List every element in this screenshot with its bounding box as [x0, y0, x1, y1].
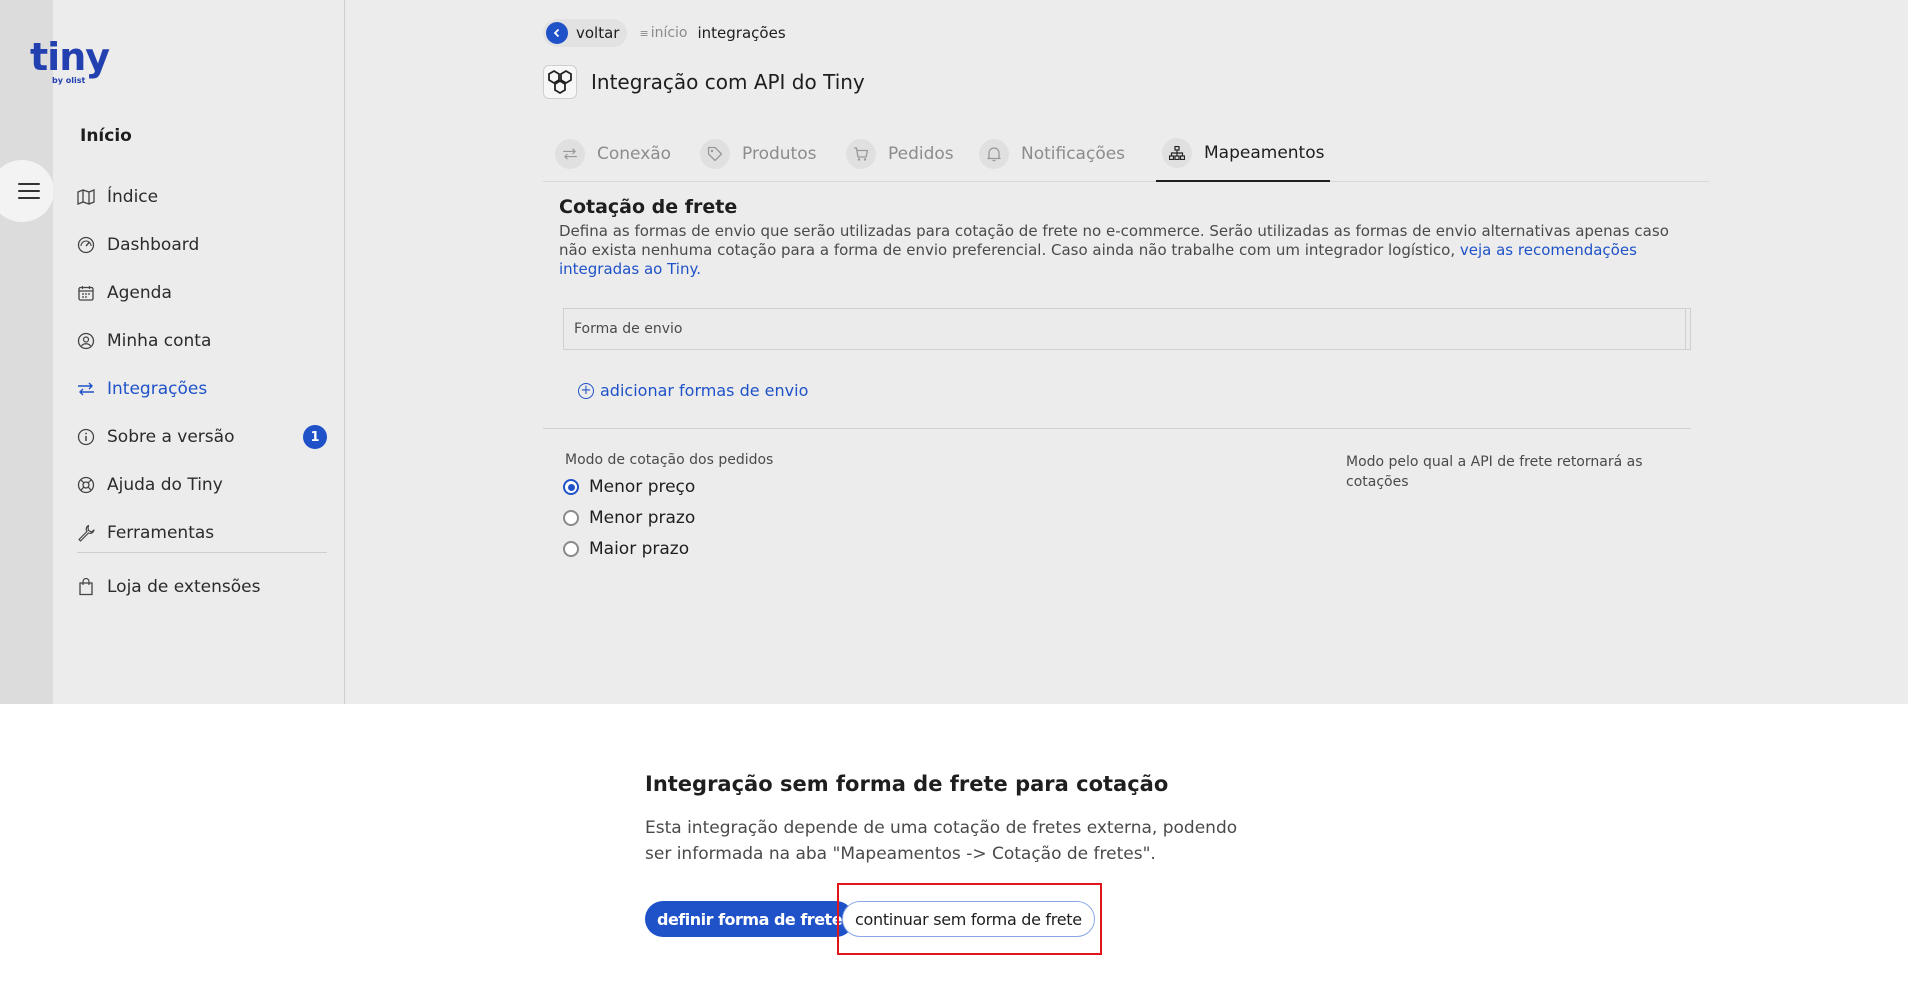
table-header-forma-de-envio: Forma de envio — [574, 321, 683, 337]
radio-indicator — [563, 541, 579, 557]
continue-without-freight-button[interactable]: continuar sem forma de frete — [842, 901, 1095, 937]
breadcrumb: voltar ≡ início integrações — [543, 19, 786, 47]
sidebar-item-minha-conta[interactable]: Minha conta — [77, 326, 327, 356]
swap-arrows-icon — [77, 380, 95, 398]
sidebar-item-ajuda[interactable]: Ajuda do Tiny — [77, 470, 327, 500]
sidebar-item-label: Minha conta — [107, 331, 212, 351]
shopping-bag-icon — [77, 578, 95, 596]
radio-menor-prazo[interactable]: Menor prazo — [563, 508, 695, 528]
swap-arrows-icon — [555, 139, 585, 169]
logo-word: tiny — [30, 35, 110, 79]
radio-label: Maior prazo — [589, 539, 690, 559]
sidebar: tiny by olist Início Índice Dashboard Ag… — [30, 0, 345, 704]
user-circle-icon — [77, 332, 95, 350]
lifebuoy-icon — [77, 476, 95, 494]
sidebar-item-dashboard[interactable]: Dashboard — [77, 230, 327, 260]
sidebar-item-indice[interactable]: Índice — [77, 182, 327, 212]
nav-rail — [0, 0, 53, 704]
sidebar-item-label: Índice — [107, 187, 159, 207]
radio-indicator — [563, 479, 579, 495]
sidebar-divider — [77, 552, 327, 553]
chevron-left-icon — [546, 22, 568, 44]
api-hexagons-icon — [543, 65, 577, 99]
sidebar-item-label: Integrações — [107, 379, 208, 399]
tiny-logo[interactable]: tiny by olist — [30, 35, 110, 85]
sidebar-item-label: Agenda — [107, 283, 172, 303]
tab-mapeamentos[interactable]: Mapeamentos — [1156, 126, 1331, 182]
freight-section-description: Defina as formas de envio que serão util… — [559, 222, 1669, 279]
sidebar-item-label: Ferramentas — [107, 523, 215, 543]
tag-icon — [700, 139, 730, 169]
gauge-icon — [77, 236, 95, 254]
sidebar-item-ferramentas[interactable]: Ferramentas — [77, 518, 327, 548]
breadcrumb-home-label: início — [650, 25, 688, 41]
sidebar-item-label: Dashboard — [107, 235, 200, 255]
logo-sub: by olist — [52, 76, 86, 85]
sidebar-section-title: Início — [80, 126, 132, 146]
map-icon — [77, 188, 95, 206]
radio-menor-preco[interactable]: Menor preço — [563, 477, 695, 497]
tab-label: Mapeamentos — [1204, 143, 1325, 163]
tab-label: Produtos — [742, 144, 817, 164]
back-button[interactable]: voltar — [543, 19, 628, 47]
sidebar-item-label: Ajuda do Tiny — [107, 475, 223, 495]
tab-produtos[interactable]: Produtos — [694, 126, 822, 182]
quote-mode-help: Modo pelo qual a API de frete retornará … — [1346, 454, 1643, 490]
sidebar-item-integracoes[interactable]: Integrações — [77, 374, 327, 404]
radio-label: Menor prazo — [589, 508, 696, 528]
breadcrumb-current: integrações — [697, 24, 786, 42]
tab-label: Conexão — [597, 144, 672, 164]
sidebar-item-sobre-a-versao[interactable]: Sobre a versão 1 — [77, 422, 327, 452]
radio-indicator — [563, 510, 579, 526]
add-shipping-method-button[interactable]: + adicionar formas de envio — [578, 381, 808, 400]
define-freight-button[interactable]: definir forma de frete — [645, 901, 855, 937]
sidebar-item-label: Loja de extensões — [107, 577, 261, 597]
app-area-dimmed: tiny by olist Início Índice Dashboard Ag… — [0, 0, 1908, 704]
page-header: Integração com API do Tiny — [543, 65, 865, 99]
cart-icon — [846, 139, 876, 169]
sidebar-item-label: Sobre a versão — [107, 427, 235, 447]
notice-body: Esta integração depende de uma cotação d… — [645, 818, 1238, 864]
section-divider — [543, 428, 1691, 429]
table-column-edge — [1685, 309, 1686, 349]
radio-label: Menor preço — [589, 477, 696, 497]
bell-icon — [979, 139, 1009, 169]
tab-bar: Conexão Produtos Pedidos Notificações Ma… — [543, 126, 1709, 182]
add-shipping-label: adicionar formas de envio — [600, 381, 809, 400]
notice-title: Integração sem forma de frete para cotaç… — [645, 772, 1169, 796]
sidebar-item-loja-de-extensoes[interactable]: Loja de extensões — [77, 572, 327, 602]
info-icon — [77, 428, 95, 446]
hierarchy-icon — [1162, 138, 1192, 168]
freight-section-title: Cotação de frete — [559, 196, 738, 218]
tab-notificacoes[interactable]: Notificações — [973, 126, 1131, 182]
radio-maior-prazo[interactable]: Maior prazo — [563, 539, 689, 559]
shipping-methods-table: Forma de envio — [563, 308, 1691, 350]
calendar-icon — [77, 284, 95, 302]
plus-circle-icon: + — [578, 382, 594, 399]
sidebar-item-agenda[interactable]: Agenda — [77, 278, 327, 308]
quote-mode-label: Modo de cotação dos pedidos — [565, 452, 774, 468]
page-title: Integração com API do Tiny — [591, 70, 865, 94]
tab-conexao[interactable]: Conexão — [549, 126, 677, 182]
wrench-icon — [77, 524, 95, 542]
list-icon: ≡ — [639, 26, 649, 40]
hamburger-icon — [18, 183, 40, 199]
tab-label: Notificações — [1021, 144, 1126, 164]
breadcrumb-home-link[interactable]: ≡ início — [639, 25, 687, 41]
version-badge: 1 — [303, 425, 327, 449]
tab-pedidos[interactable]: Pedidos — [840, 126, 960, 182]
back-label: voltar — [576, 24, 620, 42]
tab-label: Pedidos — [888, 144, 954, 164]
